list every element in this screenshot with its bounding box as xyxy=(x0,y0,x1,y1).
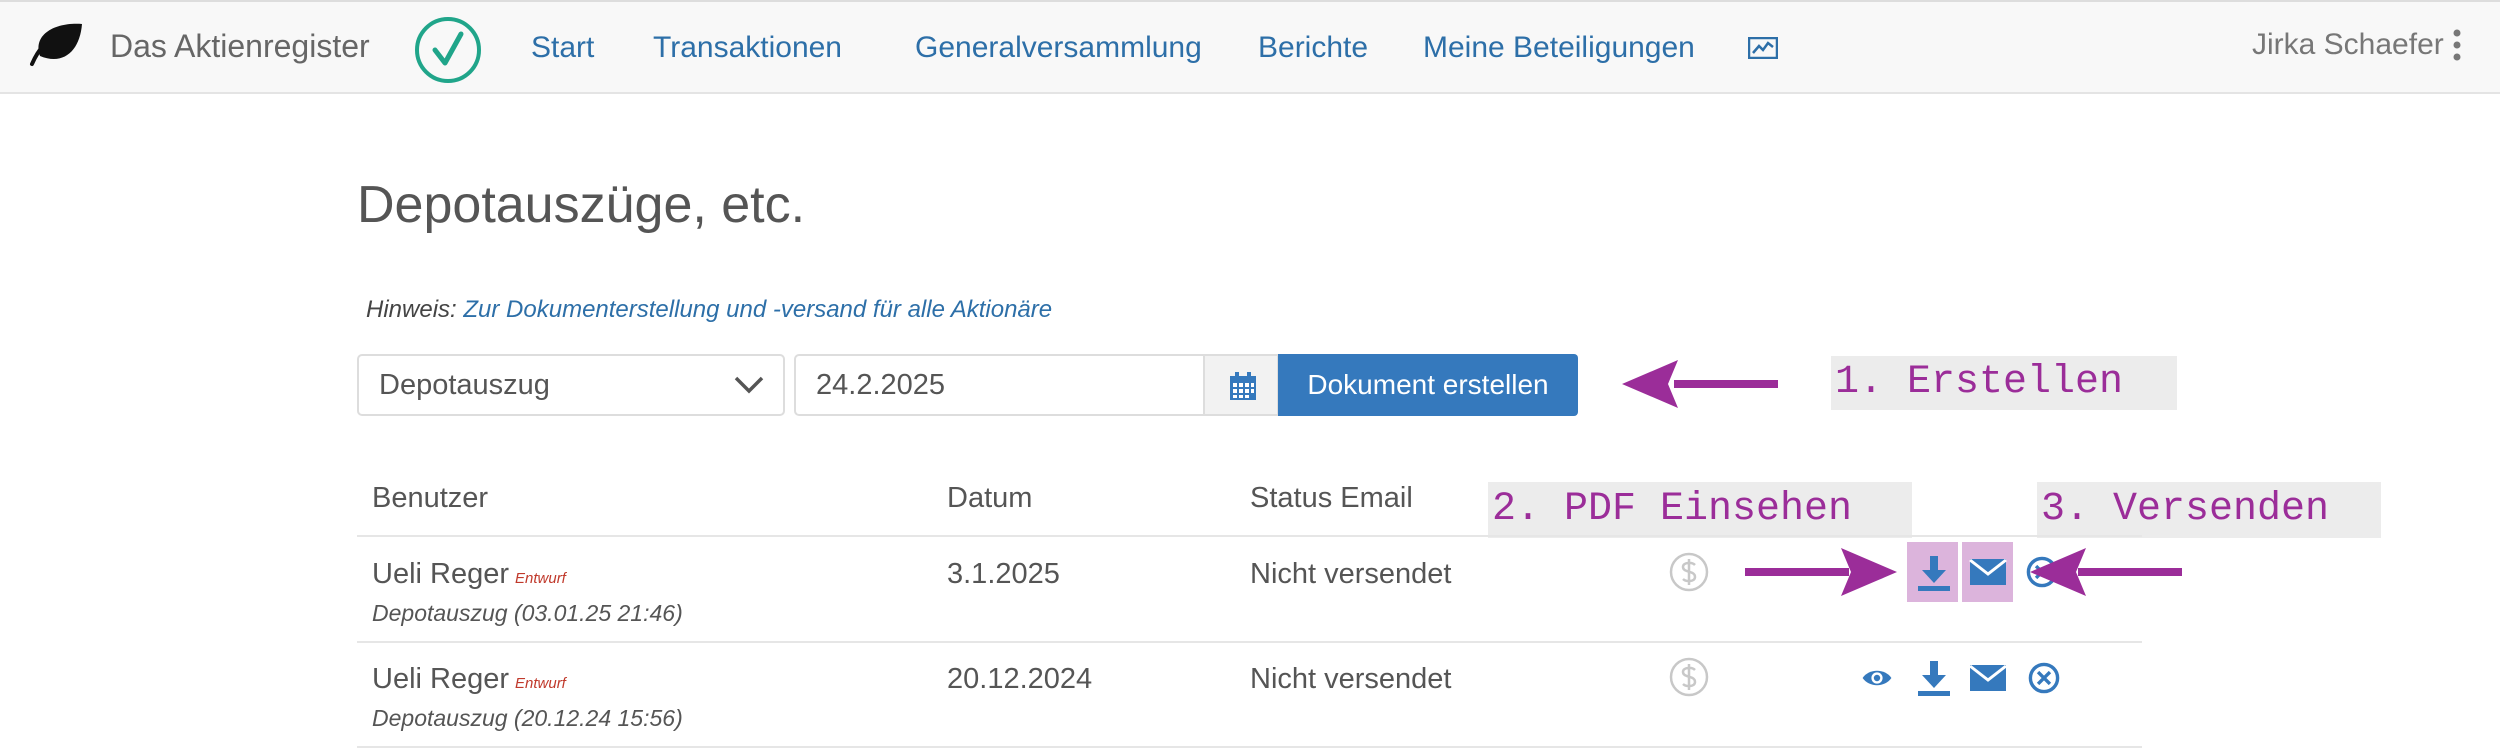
page-title: Depotauszüge, etc. xyxy=(357,176,806,234)
hint-prefix: Hinweis: xyxy=(366,296,457,323)
check-circle-icon xyxy=(415,17,481,83)
column-header-status-email: Status Email xyxy=(1250,482,1413,514)
calendar-icon xyxy=(1230,372,1256,400)
table-row-user: Ueli Reger Entwurf xyxy=(372,558,566,591)
line-chart-icon[interactable] xyxy=(1748,37,1778,59)
row-divider xyxy=(357,746,2142,748)
user-name: Ueli Reger xyxy=(372,663,509,695)
annotation-arrow-right-icon xyxy=(1745,548,1897,596)
document-type-select[interactable]: Depotauszug xyxy=(357,354,785,416)
annotation-step3: 3. Versenden xyxy=(2037,482,2381,538)
chevron-down-icon xyxy=(734,376,764,394)
document-date: 20.12.2024 xyxy=(947,663,1093,695)
email-status: Nicht versendet xyxy=(1250,663,1452,695)
hint-link[interactable]: Zur Dokumenterstellung und -versand für … xyxy=(463,296,1052,323)
nav-link-meine-beteiligungen[interactable]: Meine Beteiligungen xyxy=(1423,31,1695,65)
envelope-icon[interactable] xyxy=(1968,557,2008,587)
nav-link-transaktionen[interactable]: Transaktionen xyxy=(653,31,842,65)
create-document-button[interactable]: Dokument erstellen xyxy=(1278,354,1578,416)
envelope-icon[interactable] xyxy=(1968,663,2008,693)
annotation-step1: 1. Erstellen xyxy=(1831,356,2177,410)
table-row-user: Ueli Reger Entwurf xyxy=(372,663,566,696)
calendar-button[interactable] xyxy=(1203,354,1279,416)
navbar: Das Aktienregister Start Transaktionen G… xyxy=(0,0,2500,94)
row-divider xyxy=(357,641,2142,643)
user-menu[interactable]: Jirka Schaefer xyxy=(2252,28,2444,62)
draft-badge: Entwurf xyxy=(515,675,566,692)
download-icon[interactable] xyxy=(1914,553,1954,593)
user-name: Ueli Reger xyxy=(372,558,509,590)
date-value: 24.2.2025 xyxy=(816,369,946,401)
dollar-icon xyxy=(1669,657,1709,697)
kebab-menu-icon[interactable] xyxy=(2452,28,2462,62)
document-name: Depotauszug (03.01.25 21:46) xyxy=(372,600,683,626)
draft-badge: Entwurf xyxy=(515,570,566,587)
delete-circle-icon[interactable] xyxy=(2027,661,2061,695)
annotation-arrow-left-icon xyxy=(1622,360,1778,408)
document-name: Depotauszug (20.12.24 15:56) xyxy=(372,705,683,731)
column-header-benutzer: Benutzer xyxy=(372,482,489,514)
dollar-icon xyxy=(1669,552,1709,592)
header-divider xyxy=(357,535,2142,537)
nav-link-generalversammlung[interactable]: Generalversammlung xyxy=(915,31,1202,65)
document-type-value: Depotauszug xyxy=(379,369,550,401)
date-input[interactable]: 24.2.2025 xyxy=(794,354,1204,416)
brand-name[interactable]: Das Aktienregister xyxy=(110,28,370,65)
email-status: Nicht versendet xyxy=(1250,558,1452,590)
nav-link-berichte[interactable]: Berichte xyxy=(1258,31,1368,65)
annotation-step2: 2. PDF Einsehen xyxy=(1488,482,1912,538)
hint: Hinweis: Zur Dokumenterstellung und -ver… xyxy=(366,296,1052,324)
column-header-datum: Datum xyxy=(947,482,1033,514)
document-date: 3.1.2025 xyxy=(947,558,1060,590)
leaf-logo-icon[interactable] xyxy=(28,20,86,70)
nav-link-start[interactable]: Start xyxy=(531,31,594,65)
annotation-arrow-left-icon xyxy=(2030,548,2182,596)
eye-icon[interactable] xyxy=(1861,662,1893,694)
download-icon[interactable] xyxy=(1914,658,1954,698)
